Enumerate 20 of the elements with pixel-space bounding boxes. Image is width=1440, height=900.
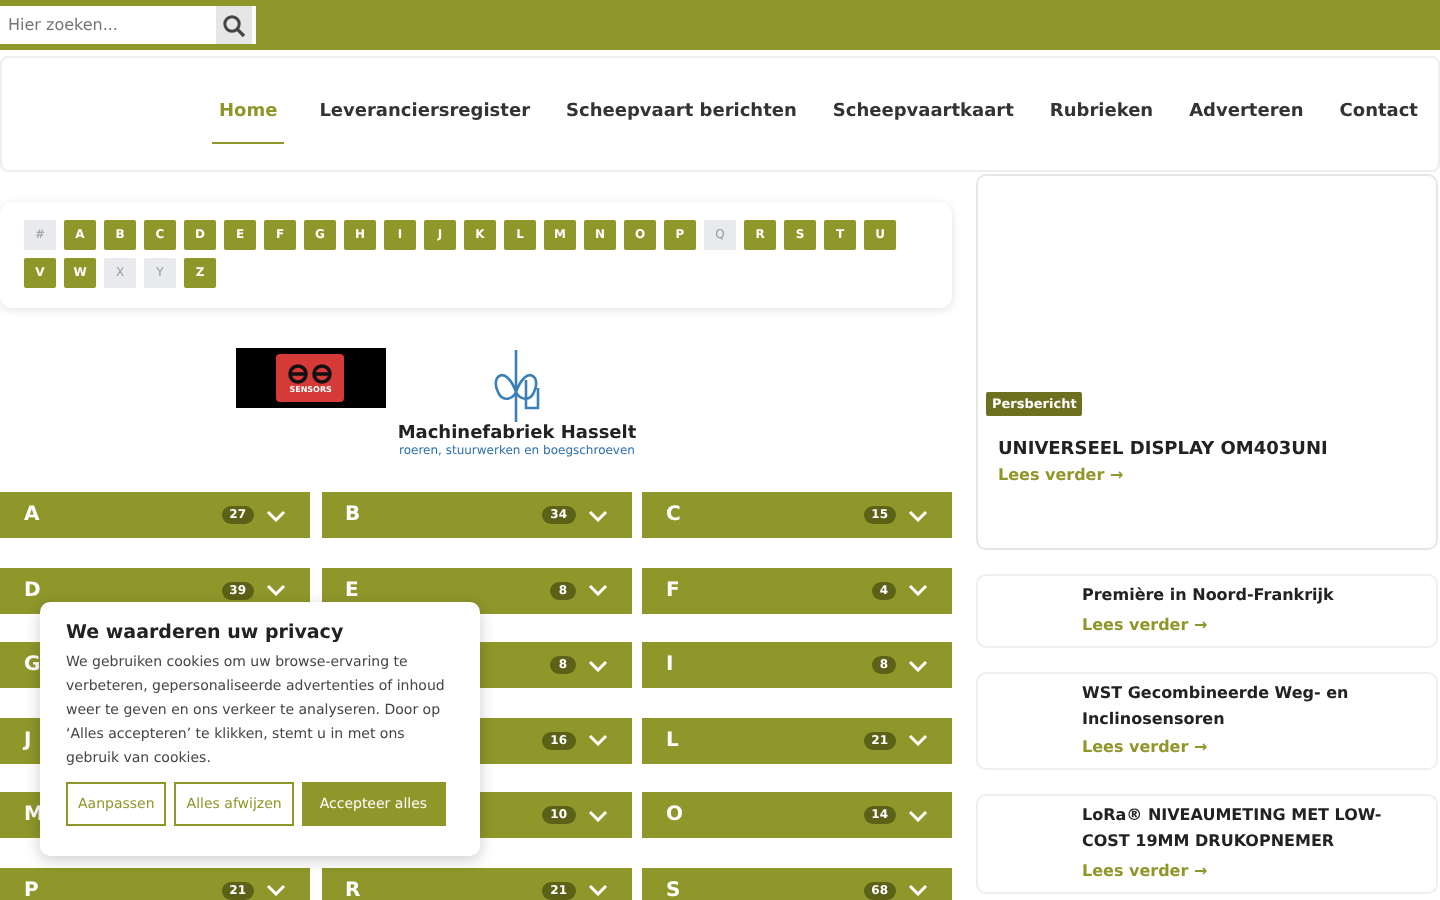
article-title: LoRa® NIVEAUMETING MET LOW-COST 19MM DRUKOPNEMER [1082,804,1384,855]
category-letter: C [666,504,681,526]
category-letter: R [345,879,361,900]
category-letter: D [24,579,41,601]
category-letter: P [24,879,39,900]
article-title: UNIVERSEEL DISPLAY OM403UNI [996,438,1330,460]
article-title: Première in Noord-Frankrijk [1082,584,1336,608]
category-letter: B [345,504,361,526]
article-title: WST Gecombineerde Weg- en Inclinosensoren [1082,681,1351,732]
category-letter: G [24,654,41,676]
category-letter: F [666,579,680,601]
dialog-title: We waarderen uw privacy [66,622,346,644]
company-name: Machinefabriek Hasselt [397,424,637,444]
category-letter: S [666,879,681,900]
category-letter: J [24,729,32,751]
category-letter: A [24,504,40,526]
category-letter: I [666,654,674,676]
category-letter: E [345,579,359,601]
category-letter: L [666,729,679,751]
category-letter: O [666,804,684,826]
